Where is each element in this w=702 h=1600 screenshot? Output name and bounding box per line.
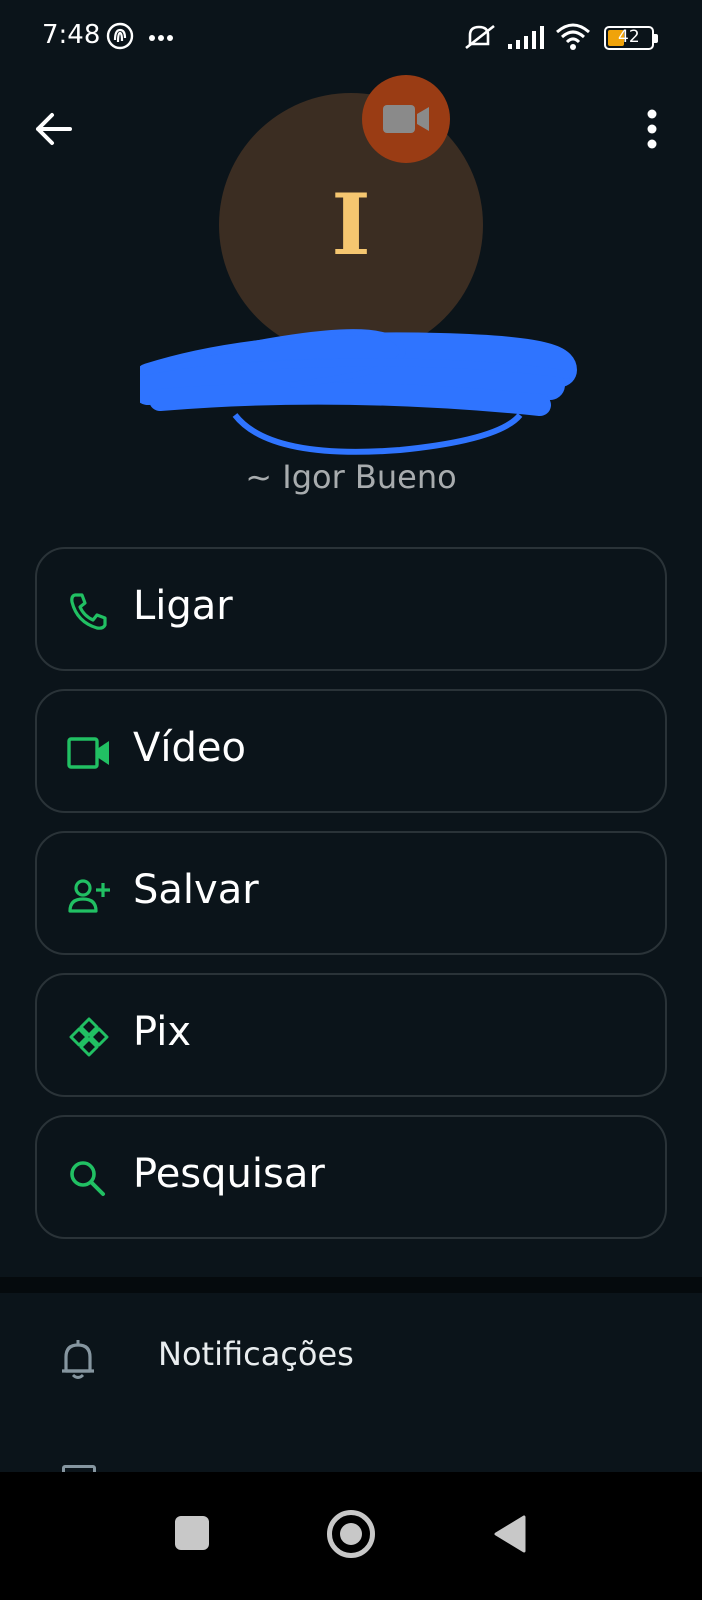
notifications-row[interactable]: Notificações (0, 1293, 702, 1413)
contact-info-screen: 7:48 42 I ~ Igor Bueno Ligar Vídeo Salva… (0, 0, 702, 1600)
save-label: Salvar (133, 867, 259, 913)
section-divider (0, 1277, 702, 1293)
bell-icon (62, 1340, 94, 1379)
back-triangle-icon[interactable] (492, 1514, 528, 1554)
video-label: Vídeo (133, 725, 246, 771)
pix-label: Pix (133, 1009, 192, 1055)
search-button[interactable]: Pesquisar (35, 1115, 667, 1239)
redacted-name-scribble (140, 329, 577, 455)
back-button[interactable] (30, 106, 76, 152)
battery-icon: 42 (604, 26, 658, 50)
home-circle-icon[interactable] (327, 1510, 375, 1558)
wifi-icon (556, 23, 590, 50)
recents-square-icon[interactable] (175, 1516, 209, 1550)
add-person-icon (68, 879, 110, 913)
call-label: Ligar (133, 583, 233, 629)
status-bar: 7:48 42 (0, 0, 702, 66)
silent-icon (465, 24, 495, 50)
search-label: Pesquisar (133, 1151, 325, 1197)
pix-button[interactable]: Pix (35, 973, 667, 1097)
signal-icon (508, 26, 544, 49)
save-contact-button[interactable]: Salvar (35, 831, 667, 955)
contact-subtitle: ~ Igor Bueno (245, 458, 457, 496)
notifications-label: Notificações (158, 1335, 354, 1373)
video-call-badge[interactable] (362, 75, 450, 163)
system-navigation-bar (0, 1472, 702, 1600)
phone-icon (70, 593, 107, 630)
more-dots-icon (149, 35, 173, 41)
video-icon (67, 737, 109, 769)
video-camera-icon (383, 105, 429, 133)
fingerprint-icon (106, 22, 134, 50)
more-options-button[interactable] (632, 106, 672, 152)
action-list: Ligar Vídeo Salvar Pix Pesquisar (35, 547, 667, 1257)
status-time: 7:48 (42, 20, 101, 50)
pix-icon (69, 1017, 109, 1057)
battery-level: 42 (618, 27, 640, 47)
video-button[interactable]: Vídeo (35, 689, 667, 813)
call-button[interactable]: Ligar (35, 547, 667, 671)
search-icon (70, 1161, 105, 1196)
